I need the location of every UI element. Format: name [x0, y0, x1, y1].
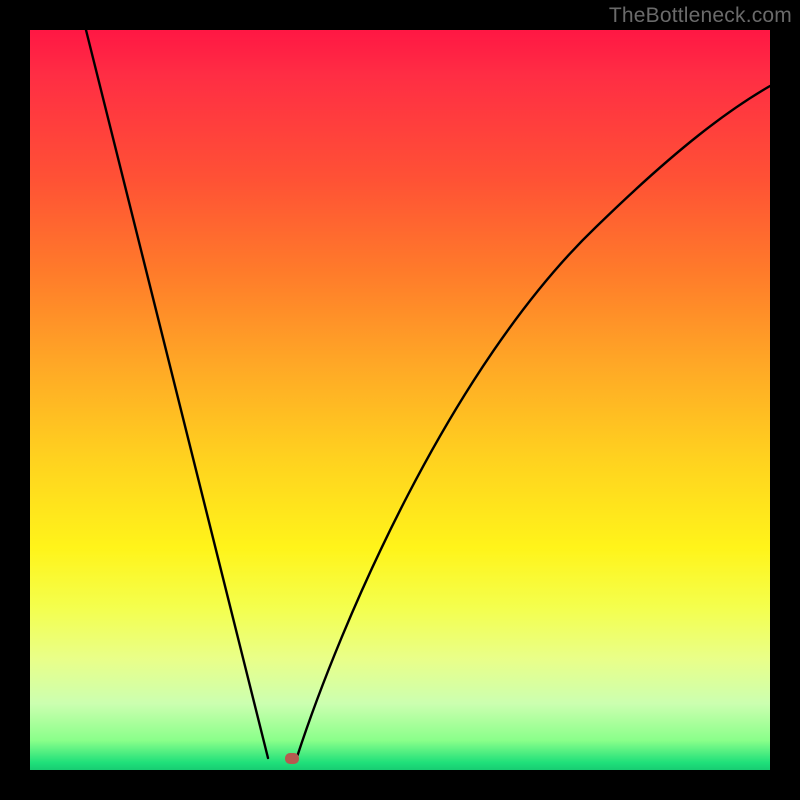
plot-area: [30, 30, 770, 770]
minimum-marker: [285, 753, 299, 764]
curve-right-segment: [297, 86, 770, 757]
curve-left-segment: [86, 30, 268, 758]
watermark-text: TheBottleneck.com: [609, 4, 792, 28]
bottleneck-curve: [30, 30, 770, 770]
chart-frame: TheBottleneck.com: [0, 0, 800, 800]
